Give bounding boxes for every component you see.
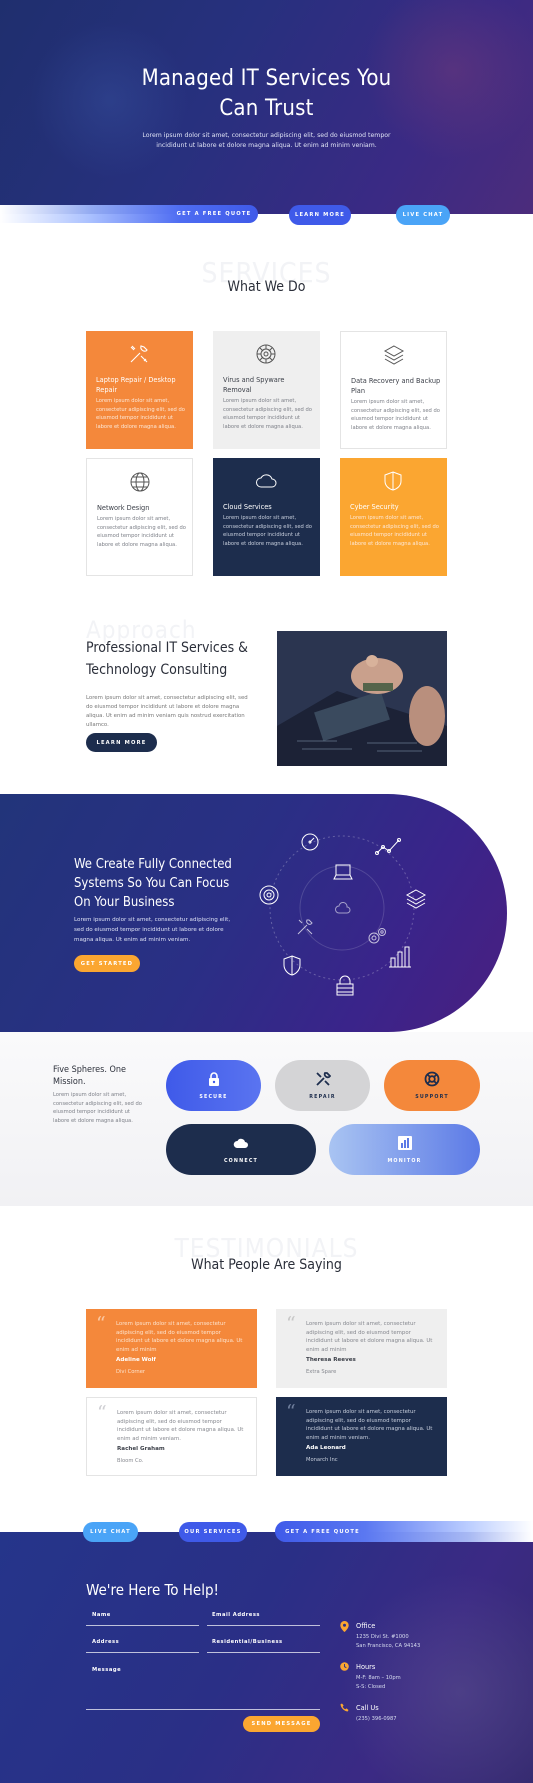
service-card-laptop-repair[interactable]: Laptop Repair / Desktop Repair Lorem ips…	[86, 331, 193, 449]
name-field-label: Name	[92, 1612, 111, 1618]
service-card-virus-removal[interactable]: Virus and Spyware Removal Lorem ipsum do…	[213, 331, 320, 449]
address-field[interactable]	[86, 1652, 199, 1653]
lock-icon	[208, 1072, 219, 1086]
testimonial-card: “ Lorem ipsum dolor sit amet, consectetu…	[86, 1397, 257, 1476]
approach-learn-more-button[interactable]: Learn More	[86, 733, 157, 752]
office-address-line1: 1235 Divi St. #1000	[356, 1634, 409, 1640]
lifebuoy-icon	[424, 1071, 440, 1087]
connected-body: Lorem ipsum dolor sit amet, consectetur …	[74, 917, 231, 943]
connected-title: We Create Fully Connected Systems So You…	[74, 857, 232, 910]
lock-icon	[336, 975, 354, 996]
email-field-label: Email Address	[212, 1612, 261, 1618]
service-card-cloud-services[interactable]: Cloud Services Lorem ipsum dolor sit ame…	[213, 458, 320, 576]
tools-icon	[130, 345, 148, 363]
get-started-button[interactable]: Get Started	[74, 955, 140, 972]
bar-chart-icon	[389, 946, 411, 968]
learn-more-button[interactable]: Learn More	[289, 205, 351, 225]
service-card-cyber-security[interactable]: Cyber Security Lorem ipsum dolor sit ame…	[340, 458, 447, 576]
send-message-button[interactable]: Send Message	[243, 1716, 320, 1732]
approach-title: Professional IT Services & Technology Co…	[86, 640, 248, 678]
testimonial-card: “ Lorem ipsum dolor sit amet, consectetu…	[86, 1309, 257, 1388]
sphere-support[interactable]: SUPPORT	[384, 1060, 480, 1111]
location-pin-icon	[340, 1621, 349, 1632]
gears-icon	[368, 928, 386, 944]
circuit-board-illustration	[277, 631, 447, 766]
free-quote-button[interactable]: Get a Free Quote	[170, 205, 258, 223]
office-heading: Office	[356, 1622, 376, 1630]
address-field-label: Address	[92, 1639, 120, 1645]
tools-icon	[297, 919, 313, 935]
message-field-label: Message	[92, 1667, 122, 1673]
cloud-icon	[256, 474, 277, 488]
service-card-data-recovery[interactable]: Data Recovery and Backup Plan Lorem ipsu…	[340, 331, 447, 449]
connected-systems-section	[0, 794, 507, 1032]
residential-field-label: Residential/Business	[212, 1639, 283, 1645]
office-address-line2: San Francisco, CA 94143	[356, 1643, 421, 1649]
sphere-repair[interactable]: REPAIR	[275, 1060, 370, 1111]
approach-body: Lorem ipsum dolor sit amet, consectetur …	[86, 695, 248, 728]
shield-icon	[384, 471, 402, 491]
our-services-button[interactable]: Our Services	[179, 1522, 247, 1542]
laptop-icon	[333, 864, 353, 880]
spheres-body: Lorem ipsum dolor sit amet, consectetur …	[53, 1092, 142, 1124]
testimonials-title: What People Are Saying	[191, 1257, 342, 1273]
hours-heading: Hours	[356, 1663, 376, 1671]
tools-icon	[315, 1072, 331, 1086]
spheres-title: Five Spheres. One Mission.	[53, 1065, 126, 1087]
footer-free-quote-button[interactable]: Get a Free Quote	[275, 1521, 370, 1542]
message-field[interactable]	[86, 1709, 320, 1710]
name-field[interactable]	[86, 1625, 199, 1626]
gauge-icon	[301, 833, 319, 851]
bar-chart-icon	[397, 1136, 412, 1150]
clock-icon	[340, 1662, 349, 1671]
quote-mark-icon: “	[96, 1313, 106, 1335]
footer-live-chat-button[interactable]: Live Chat	[83, 1522, 138, 1542]
quote-mark-icon: “	[97, 1402, 107, 1424]
service-card-network-design[interactable]: Network Design Lorem ipsum dolor sit ame…	[86, 458, 193, 576]
contact-section	[0, 1532, 533, 1783]
shield-icon	[283, 955, 301, 976]
sphere-secure[interactable]: SECURE	[166, 1060, 261, 1111]
live-chat-button[interactable]: Live Chat	[396, 205, 450, 225]
hero-title: Managed IT Services You Can Trust	[141, 66, 392, 121]
quote-mark-icon: “	[286, 1313, 296, 1335]
layers-icon	[405, 889, 427, 909]
cloud-icon	[335, 902, 351, 914]
layers-icon	[383, 345, 405, 365]
testimonial-card: “ Lorem ipsum dolor sit amet, consectetu…	[276, 1309, 447, 1388]
email-field[interactable]	[207, 1625, 320, 1626]
call-heading: Call Us	[356, 1704, 379, 1712]
virus-icon	[259, 885, 279, 905]
virus-icon	[256, 344, 276, 364]
hero-subtitle: Lorem ipsum dolor sit amet, consectetur …	[142, 132, 391, 149]
contact-title: We're Here To Help!	[86, 1581, 219, 1599]
cloud-icon	[233, 1138, 248, 1148]
services-title: What We Do	[227, 279, 306, 295]
globe-icon	[130, 472, 150, 492]
sphere-connect[interactable]: CONNECT	[166, 1124, 316, 1175]
hours-line1: M-F: 8am – 10pm	[356, 1675, 401, 1681]
hardware-photo	[277, 631, 447, 766]
testimonial-card: “ Lorem ipsum dolor sit amet, consectetu…	[276, 1397, 447, 1476]
residential-field[interactable]	[207, 1652, 320, 1653]
sphere-monitor[interactable]: MONITOR	[329, 1124, 480, 1175]
hours-line2: S-S: Closed	[356, 1684, 386, 1690]
quote-mark-icon: “	[286, 1401, 296, 1423]
phone-number: (235) 396-0987	[356, 1716, 397, 1722]
line-chart-icon	[375, 838, 401, 855]
phone-icon	[340, 1703, 349, 1712]
